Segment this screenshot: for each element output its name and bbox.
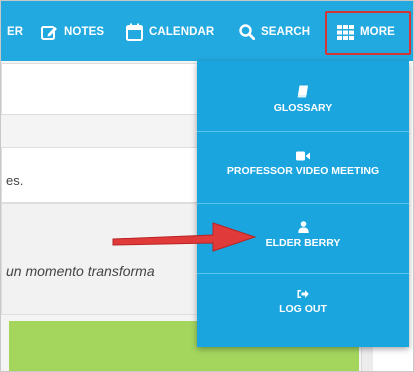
search-icon [239, 24, 255, 40]
calendar-icon [126, 23, 143, 41]
menu-item-professor-video-meeting[interactable]: PROFESSOR VIDEO MEETING [197, 151, 409, 177]
nav-label: NOTES [64, 26, 105, 38]
content-text: es. [6, 173, 24, 188]
nav-item-calendar[interactable]: CALENDAR [126, 20, 214, 44]
nav-label: CALENDAR [149, 26, 215, 38]
content-italic-text: un momento transforma [6, 263, 155, 279]
menu-item-log-out[interactable]: LOG OUT [197, 289, 409, 315]
menu-divider [197, 131, 409, 132]
annotation-arrow-icon [112, 222, 257, 252]
menu-divider [197, 273, 409, 274]
more-highlight-box [325, 11, 411, 55]
menu-item-label: GLOSSARY [273, 102, 333, 114]
book-icon [297, 85, 308, 98]
video-camera-icon [296, 151, 310, 161]
nav-label: ER [7, 26, 24, 38]
edit-icon [41, 25, 57, 40]
screenshot-frame: es. un momento transforma ER NOTES CALEN… [0, 0, 414, 372]
top-nav-bar: ER NOTES CALENDAR SEARCH MORE [1, 1, 413, 61]
more-dropdown-menu: GLOSSARY PROFESSOR VIDEO MEETING ELDER B… [197, 61, 409, 347]
menu-item-label: LOG OUT [279, 303, 327, 315]
nav-item-truncated[interactable]: ER [7, 20, 23, 44]
nav-label: SEARCH [261, 26, 311, 38]
nav-item-search[interactable]: SEARCH [239, 20, 310, 44]
user-icon [297, 221, 309, 233]
sign-out-icon [297, 290, 309, 298]
menu-divider [197, 203, 409, 204]
menu-item-label: ELDER BERRY [265, 237, 341, 249]
menu-item-label: PROFESSOR VIDEO MEETING [226, 165, 380, 177]
nav-item-notes[interactable]: NOTES [41, 20, 104, 44]
menu-item-glossary[interactable]: GLOSSARY [197, 85, 409, 114]
